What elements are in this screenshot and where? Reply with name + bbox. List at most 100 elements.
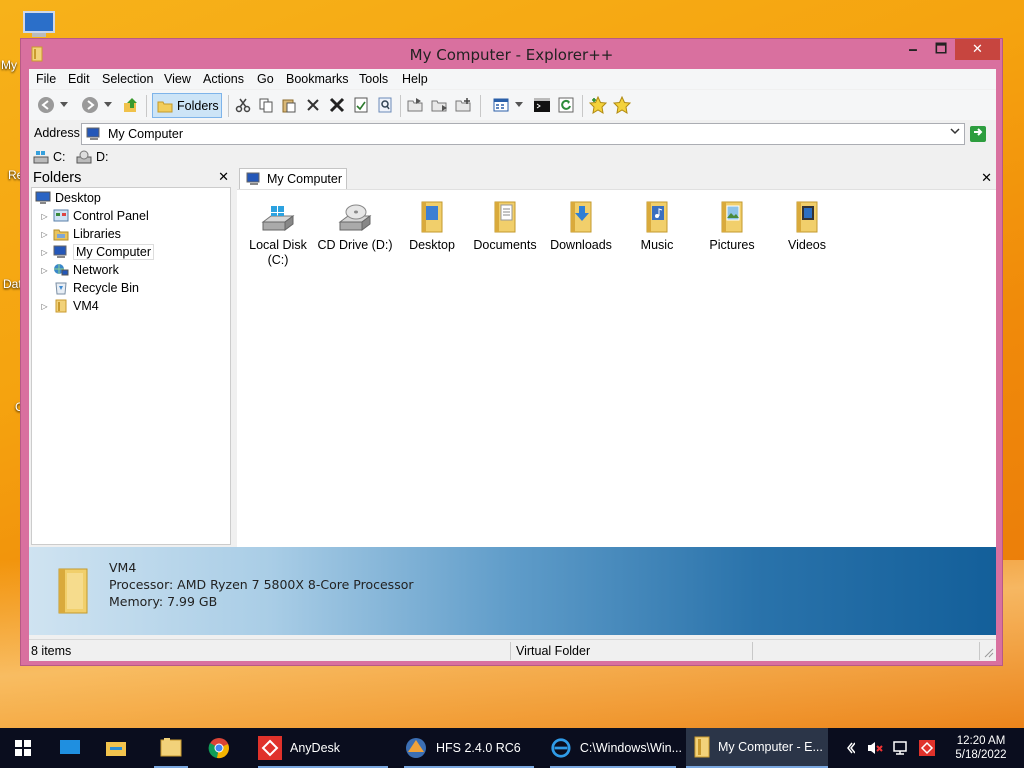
list-item-pictures[interactable]: Pictures: [694, 196, 770, 253]
menu-actions[interactable]: Actions: [203, 72, 244, 86]
drive-d-button[interactable]: D:: [76, 150, 109, 164]
list-item-cd-drive[interactable]: CD Drive (D:): [315, 196, 395, 253]
tree-item-vm4[interactable]: ▷ VM4: [40, 297, 98, 315]
menu-file[interactable]: File: [36, 72, 56, 86]
file-list-view[interactable]: Local Disk (C:) CD Drive (D:) Desktop Do…: [237, 189, 996, 547]
menu-tools[interactable]: Tools: [359, 72, 388, 86]
back-button[interactable]: [36, 95, 56, 115]
views-button[interactable]: [491, 95, 511, 115]
menu-help[interactable]: Help: [402, 72, 428, 86]
explorer-window: My Computer - Explorer++ 🗕 🗖 ✕ File Edit…: [20, 38, 1003, 666]
music-folder-icon: [646, 201, 668, 233]
taskbar-hfs-button[interactable]: HFS 2.4.0 RC6: [398, 728, 540, 768]
taskbar-explorerpp-pinned[interactable]: [148, 728, 194, 768]
folder-tree[interactable]: Desktop ▷ Control Panel ▷ Libraries ▷ My…: [31, 187, 231, 545]
move-to-button[interactable]: [406, 95, 426, 115]
start-button[interactable]: [0, 728, 46, 768]
add-bookmark-button[interactable]: [588, 95, 608, 115]
tray-clock[interactable]: 12:20 AM 5/18/2022: [950, 734, 1012, 762]
network-monitor-icon: [893, 741, 907, 755]
go-button[interactable]: [970, 126, 986, 142]
taskbar-chrome-button[interactable]: [196, 728, 242, 768]
forward-button[interactable]: [80, 95, 100, 115]
menu-bar: File Edit Selection View Actions Go Book…: [29, 69, 996, 89]
drive-d-label: D:: [96, 150, 109, 164]
taskbar-desktop-button[interactable]: [48, 728, 92, 768]
folders-pane-close-button[interactable]: ✕: [218, 169, 229, 185]
properties-button[interactable]: [351, 95, 371, 115]
command-prompt-button[interactable]: [532, 95, 552, 115]
search-icon: [378, 97, 392, 113]
menu-selection[interactable]: Selection: [102, 72, 153, 86]
delete-button[interactable]: [303, 95, 323, 115]
network-tray-icon[interactable]: [890, 728, 912, 768]
bookmarks-button[interactable]: [612, 95, 632, 115]
drive-c-button[interactable]: C:: [33, 150, 66, 164]
tray-overflow-button[interactable]: [840, 728, 860, 768]
folders-toggle-button[interactable]: Folders: [152, 93, 222, 118]
internet-explorer-icon: [551, 738, 571, 758]
item-label: Pictures: [709, 238, 755, 252]
list-item-local-disk[interactable]: Local Disk (C:): [240, 196, 316, 268]
volume-muted-icon[interactable]: [864, 728, 886, 768]
taskbar-ie-button[interactable]: C:\Windows\Win...: [544, 728, 682, 768]
tab-my-computer[interactable]: My Computer: [239, 168, 347, 189]
expand-icon[interactable]: ▷: [40, 266, 49, 275]
tree-item-control-panel[interactable]: ▷ Control Panel: [40, 207, 148, 225]
up-button[interactable]: [121, 95, 141, 115]
tree-item-my-computer[interactable]: ▷ My Computer: [40, 243, 155, 261]
paste-button[interactable]: [279, 95, 299, 115]
copy-folder-icon: [431, 100, 447, 112]
drive-c-label: C:: [53, 150, 66, 164]
delete-permanently-button[interactable]: [327, 95, 347, 115]
resize-grip-icon[interactable]: [984, 648, 994, 658]
taskbar-file-explorer-button[interactable]: [94, 728, 138, 768]
item-label: CD Drive (D:): [317, 238, 393, 252]
new-folder-button[interactable]: [454, 95, 474, 115]
forward-dropdown[interactable]: [103, 95, 113, 115]
refresh-button[interactable]: [556, 95, 576, 115]
search-button[interactable]: [375, 95, 395, 115]
tree-item-desktop[interactable]: Desktop: [35, 189, 101, 207]
expand-icon[interactable]: ▷: [40, 248, 49, 257]
copy-button[interactable]: [256, 95, 276, 115]
taskbar-app-label: AnyDesk: [290, 741, 341, 755]
menu-go[interactable]: Go: [257, 72, 274, 86]
menu-view[interactable]: View: [164, 72, 191, 86]
downloads-folder-icon: [570, 201, 592, 233]
close-button[interactable]: ✕: [955, 39, 1000, 60]
menu-bookmarks[interactable]: Bookmarks: [286, 72, 349, 86]
tree-item-libraries[interactable]: ▷ Libraries: [40, 225, 121, 243]
copy-to-button[interactable]: [430, 95, 450, 115]
list-item-music[interactable]: Music: [619, 196, 695, 253]
views-dropdown[interactable]: [514, 95, 524, 115]
taskbar-my-computer-button[interactable]: My Computer - E...: [686, 728, 828, 768]
tree-item-network[interactable]: ▷ Network: [40, 261, 118, 279]
taskbar-anydesk-button[interactable]: AnyDesk: [252, 728, 394, 768]
expand-icon[interactable]: ▷: [40, 212, 49, 221]
address-value: My Computer: [108, 127, 184, 141]
list-item-documents[interactable]: Documents: [465, 196, 545, 253]
desktop-label-fragment[interactable]: My: [1, 58, 17, 72]
desktop-icon: [35, 191, 51, 204]
maximize-button[interactable]: 🗖: [927, 39, 955, 60]
list-item-desktop[interactable]: Desktop: [394, 196, 470, 253]
desktop-computer-icon[interactable]: [18, 10, 58, 40]
expand-icon[interactable]: ▷: [40, 302, 49, 311]
tab-close-button[interactable]: ✕: [981, 170, 992, 186]
desktop-label-fragment[interactable]: Dat: [3, 277, 22, 291]
list-item-downloads[interactable]: Downloads: [541, 196, 621, 253]
expand-icon[interactable]: ▷: [40, 230, 49, 239]
minimize-button[interactable]: 🗕: [899, 39, 927, 60]
back-dropdown[interactable]: [59, 95, 69, 115]
address-dropdown[interactable]: [950, 127, 960, 138]
cut-button[interactable]: [233, 95, 253, 115]
anydesk-tray-icon[interactable]: [916, 728, 938, 768]
tree-item-recycle-bin[interactable]: Recycle Bin: [53, 279, 139, 297]
list-item-videos[interactable]: Videos: [769, 196, 845, 253]
menu-edit[interactable]: Edit: [68, 72, 90, 86]
title-bar[interactable]: My Computer - Explorer++ 🗕 🗖 ✕: [21, 39, 1002, 69]
window-client: File Edit Selection View Actions Go Book…: [29, 69, 996, 661]
file-explorer-icon: [106, 742, 126, 756]
address-input[interactable]: My Computer: [81, 123, 965, 145]
